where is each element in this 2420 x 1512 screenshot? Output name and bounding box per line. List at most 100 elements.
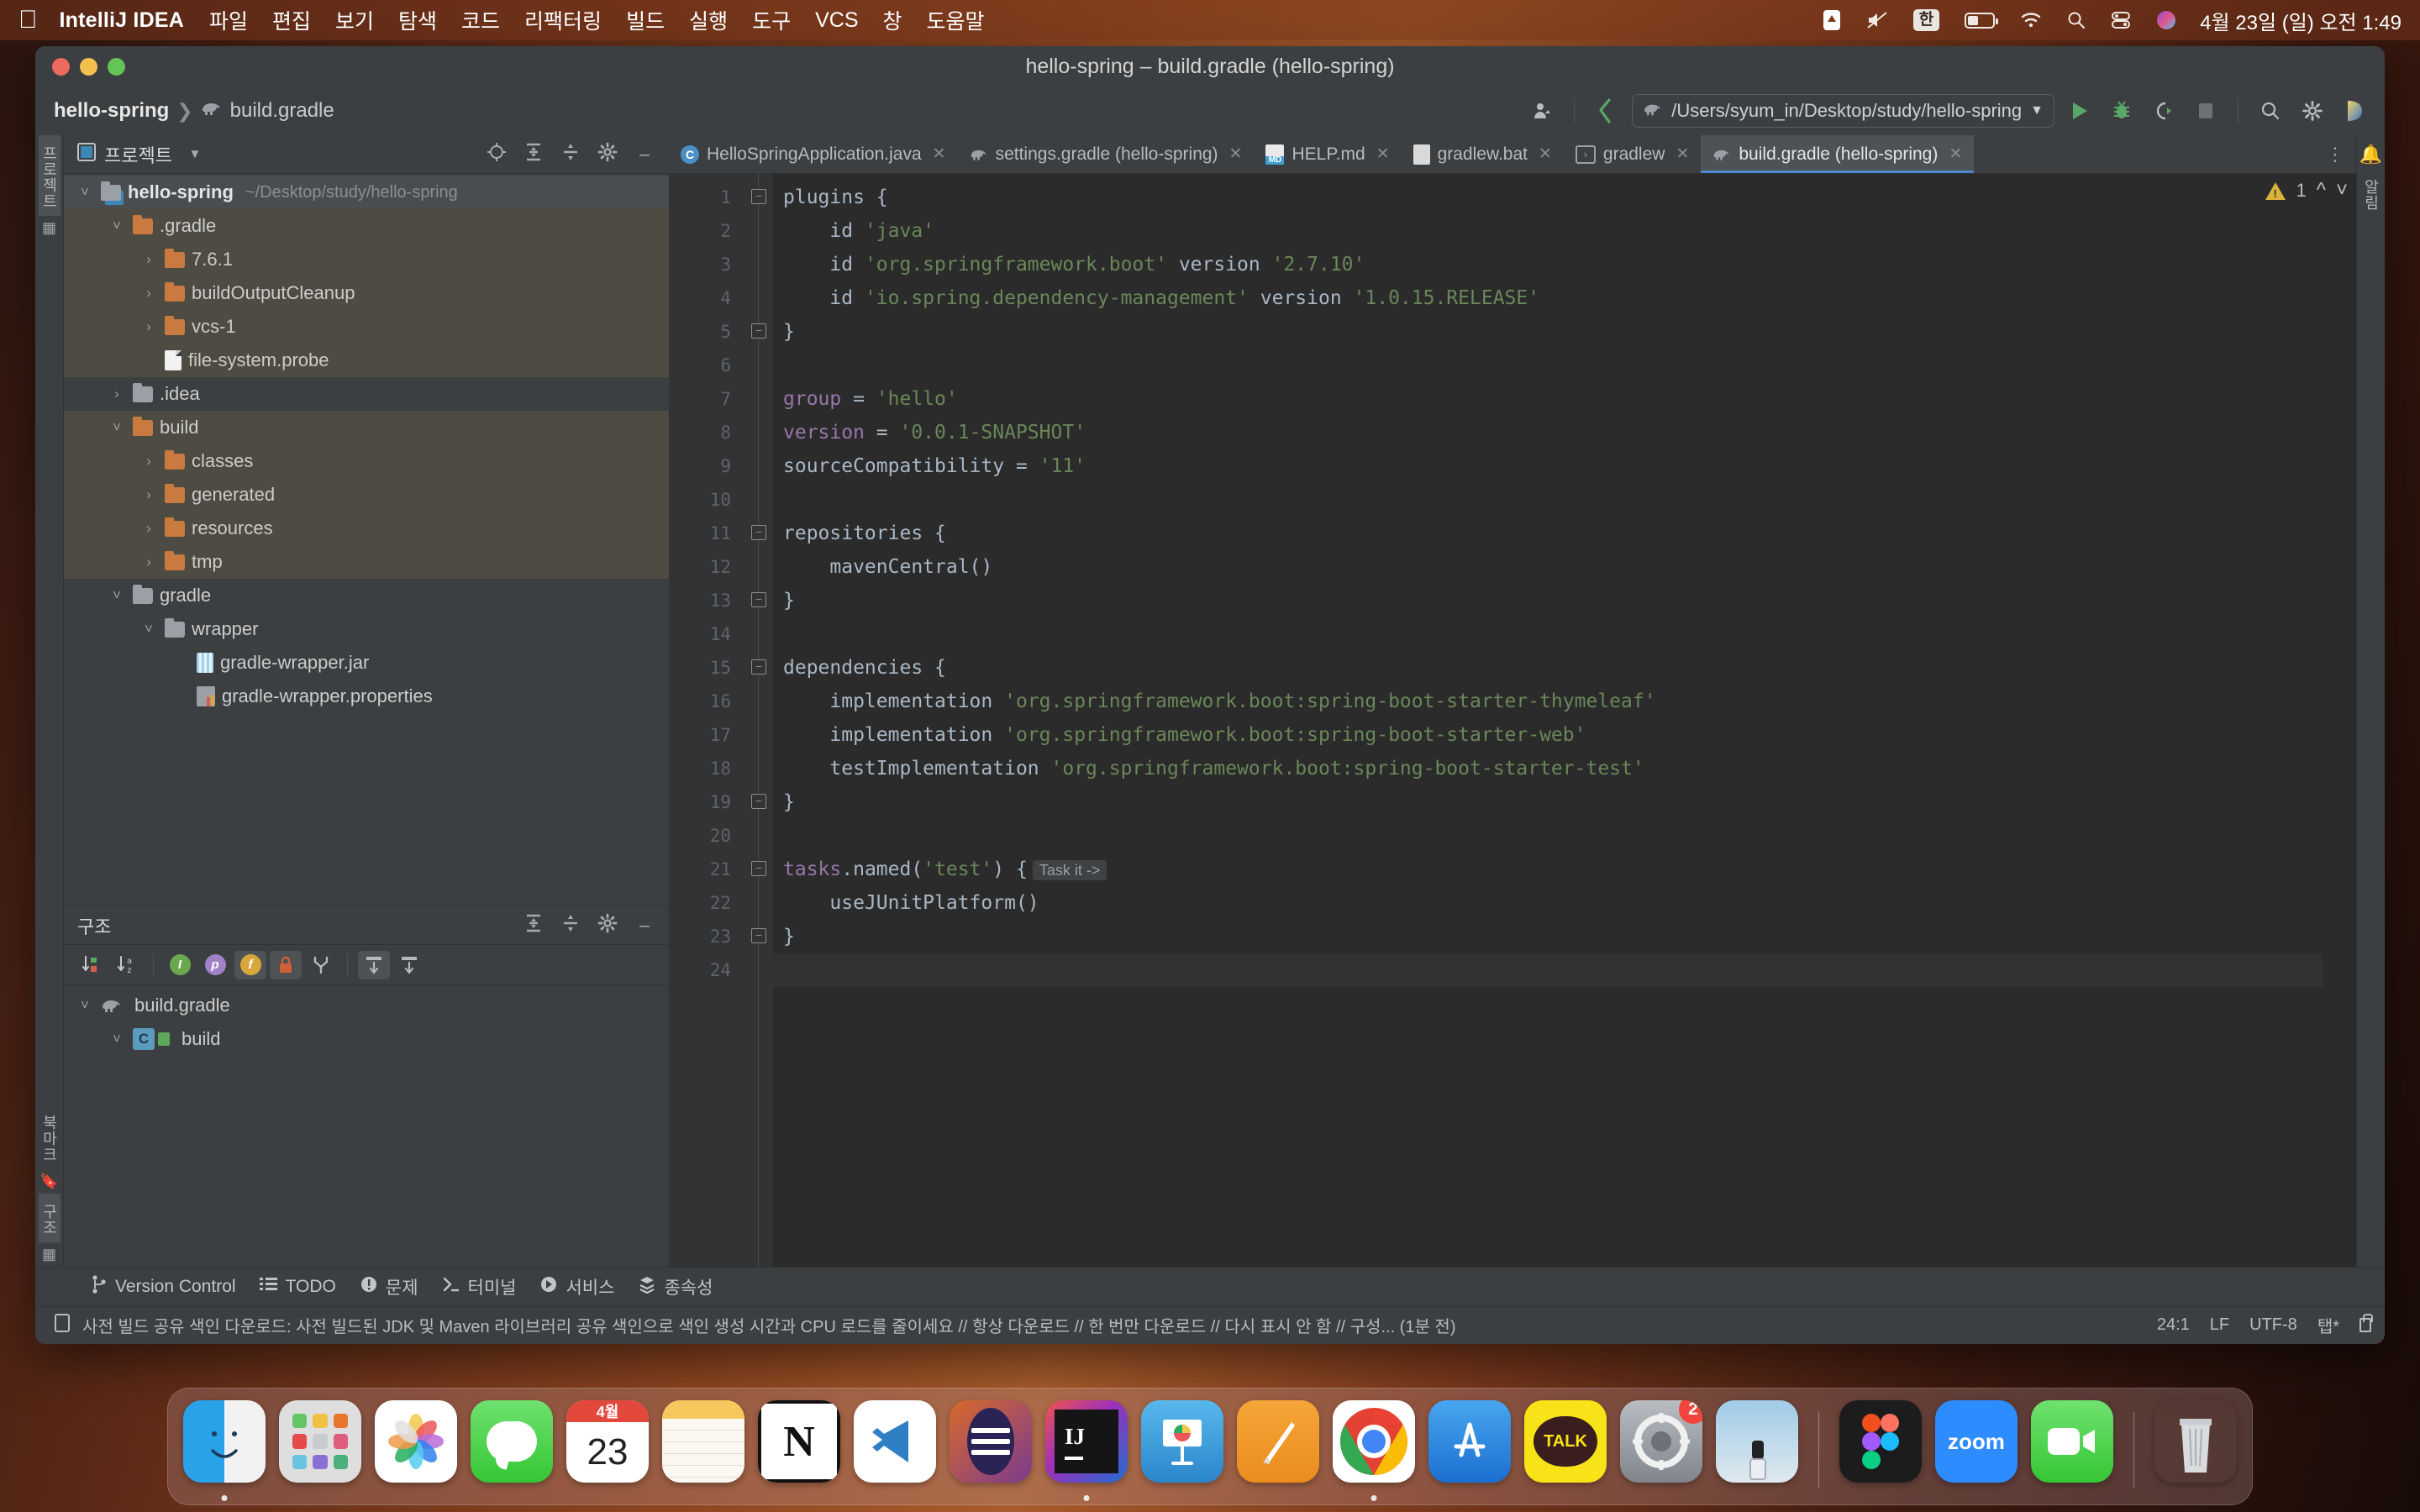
- notes-icon[interactable]: [662, 1400, 744, 1483]
- chevron-down-icon[interactable]: ▼: [181, 147, 209, 161]
- dock-item-kakaotalk[interactable]: TALK: [1524, 1400, 1607, 1493]
- line-number[interactable]: 24: [669, 953, 744, 987]
- fold-collapse-icon[interactable]: −: [751, 525, 766, 540]
- tree-node-file-system-probe[interactable]: file-system.probe: [64, 344, 669, 377]
- screenshot-icon[interactable]: [1716, 1400, 1798, 1483]
- messages-icon[interactable]: [471, 1400, 553, 1483]
- tool-window--[interactable]: 종속성: [638, 1274, 713, 1299]
- line-number[interactable]: 9: [669, 449, 744, 483]
- code-line[interactable]: [773, 953, 2323, 987]
- calendar-icon[interactable]: 4월 23: [566, 1400, 649, 1483]
- code-line[interactable]: [773, 349, 2323, 382]
- line-number[interactable]: 7: [669, 382, 744, 416]
- notion-icon[interactable]: N: [758, 1400, 840, 1483]
- line-number[interactable]: 15: [669, 651, 771, 685]
- chevron-right-icon[interactable]: ›: [139, 453, 158, 470]
- minimize-button[interactable]: [80, 57, 97, 76]
- system-settings-icon[interactable]: 2: [1620, 1400, 1702, 1483]
- notification-icon[interactable]: [54, 1313, 71, 1338]
- code-line[interactable]: tasks.named('test') {Task it ->: [773, 853, 2323, 886]
- input-source-icon[interactable]: 한: [1912, 9, 1940, 31]
- indent-setting[interactable]: 탭*: [2317, 1313, 2339, 1337]
- tree-node-gradle-wrapper-properties[interactable]: gradle-wrapper.properties: [64, 680, 669, 713]
- wifi-icon[interactable]: [2020, 12, 2042, 29]
- hide-panel-icon[interactable]: –: [630, 144, 659, 165]
- settings-icon[interactable]: [593, 142, 622, 167]
- bell-icon[interactable]: 🔔: [2360, 144, 2382, 165]
- dock-item-notes[interactable]: [662, 1400, 744, 1493]
- stop-button[interactable]: [2189, 94, 2223, 128]
- collapse-all-icon[interactable]: [556, 142, 585, 167]
- line-number[interactable]: 18: [669, 752, 744, 785]
- dock-item-preview[interactable]: [1237, 1400, 1319, 1493]
- editor-tab-gradlew[interactable]: › gradlew ✕: [1564, 135, 1701, 173]
- menubar-clock[interactable]: 4월 23일 (일) 오전 1:49: [2200, 6, 2402, 35]
- close-icon[interactable]: ✕: [933, 144, 946, 164]
- show-properties-icon[interactable]: p: [199, 951, 231, 979]
- chevron-right-icon[interactable]: ›: [108, 386, 126, 402]
- editor-tab-gradlew-bat[interactable]: gradlew.bat ✕: [1402, 135, 1564, 173]
- line-number[interactable]: 22: [669, 886, 744, 920]
- expand-all-icon[interactable]: [519, 142, 548, 167]
- tool-window-todo[interactable]: TODO: [259, 1276, 336, 1298]
- chrome-icon[interactable]: [1333, 1400, 1415, 1483]
- select-opened-file-icon[interactable]: [482, 142, 511, 167]
- sidebar-item-bookmarks[interactable]: 북마크: [39, 1105, 60, 1169]
- fold-end-icon[interactable]: −: [751, 794, 766, 809]
- tree-node-7-6-1[interactable]: › 7.6.1: [64, 243, 669, 276]
- active-app-name[interactable]: IntelliJ IDEA: [60, 8, 184, 33]
- line-number[interactable]: 3: [669, 248, 744, 281]
- scroll-to-source-icon[interactable]: [393, 951, 425, 979]
- preview-icon[interactable]: [1237, 1400, 1319, 1483]
- code-line[interactable]: repositories {: [773, 517, 2323, 550]
- code-line[interactable]: [773, 819, 2323, 853]
- settings-icon[interactable]: [2296, 94, 2329, 128]
- expand-all-icon[interactable]: [519, 913, 548, 938]
- code-line[interactable]: [773, 617, 2323, 651]
- apple-menu-icon[interactable]: : [18, 8, 38, 33]
- run-button[interactable]: [2063, 94, 2096, 128]
- fold-collapse-icon[interactable]: −: [751, 861, 766, 876]
- zoom-icon[interactable]: zoom: [1935, 1400, 2018, 1483]
- tool-window-version-control[interactable]: Version Control: [91, 1274, 236, 1299]
- chevron-down-icon[interactable]: ˅: [76, 184, 94, 201]
- menu-item-file[interactable]: 파일: [209, 5, 248, 35]
- show-non-public-icon[interactable]: [270, 950, 302, 979]
- menu-item-navigate[interactable]: 탐색: [398, 5, 437, 35]
- line-number[interactable]: 16: [669, 685, 744, 718]
- facetime-icon[interactable]: [2031, 1400, 2113, 1483]
- figma-icon[interactable]: [1839, 1400, 1922, 1483]
- search-everywhere-icon[interactable]: [2254, 94, 2287, 128]
- line-number[interactable]: 2: [669, 214, 744, 248]
- project-files-icon[interactable]: ▦: [42, 219, 56, 237]
- debug-button[interactable]: [2105, 94, 2139, 128]
- code-folding-gutter[interactable]: − − − − − − − −: [744, 174, 773, 1267]
- chevron-right-icon[interactable]: ›: [139, 554, 158, 570]
- zoom-button[interactable]: [108, 57, 125, 76]
- sort-alphabetically-icon[interactable]: az: [111, 951, 143, 979]
- tree-node-gradle-wrapper-jar[interactable]: gradle-wrapper.jar: [64, 646, 669, 680]
- line-number[interactable]: 4: [669, 281, 744, 315]
- read-only-lock-icon[interactable]: [2360, 1314, 2373, 1332]
- fold-end-icon[interactable]: −: [751, 592, 766, 607]
- dock-item-screenshot[interactable]: [1716, 1400, 1798, 1493]
- sidebar-item-project[interactable]: 프로젝트: [38, 135, 60, 216]
- code-line[interactable]: version = '0.0.1-SNAPSHOT': [773, 416, 2323, 449]
- scroll-from-source-icon[interactable]: [358, 950, 390, 979]
- code-line[interactable]: id 'org.springframework.boot' version '2…: [773, 248, 2323, 281]
- code-line[interactable]: implementation 'org.springframework.boot…: [773, 685, 2323, 718]
- dock-item-notion[interactable]: N: [758, 1400, 840, 1493]
- settings-icon[interactable]: [593, 913, 622, 938]
- dropbox-icon[interactable]: [1823, 9, 1841, 31]
- tree-node-gradle[interactable]: ˅ gradle: [64, 579, 669, 612]
- code-line[interactable]: group = 'hello': [773, 382, 2323, 416]
- menu-item-build[interactable]: 빌드: [626, 5, 665, 35]
- dock-item-app-store[interactable]: [1428, 1400, 1511, 1493]
- ai-assistant-icon[interactable]: [2338, 94, 2371, 128]
- chevron-down-icon[interactable]: ˅: [2336, 179, 2348, 202]
- spotlight-search-icon[interactable]: [2067, 11, 2086, 29]
- tool-window--[interactable]: 서비스: [539, 1274, 614, 1299]
- code-line[interactable]: id 'io.spring.dependency-management' ver…: [773, 281, 2323, 315]
- inspection-widget[interactable]: 1 ^ ˅: [2265, 179, 2348, 202]
- photos-icon[interactable]: [375, 1400, 457, 1483]
